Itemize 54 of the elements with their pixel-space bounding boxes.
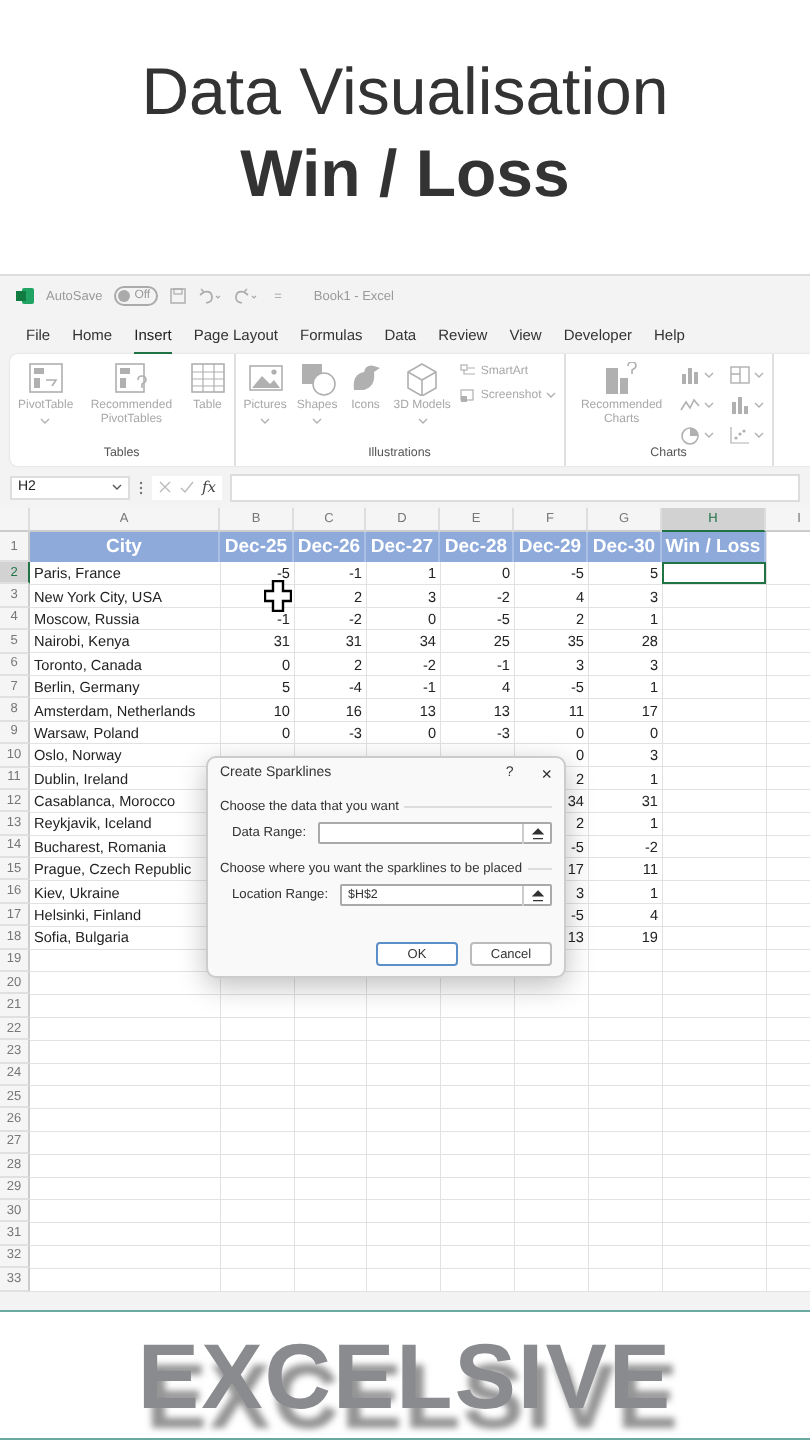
header-cell: Dec-28 (440, 532, 514, 562)
range-field[interactable] (318, 822, 552, 844)
cursor-icon (264, 580, 292, 612)
chart-type-button[interactable] (679, 424, 714, 446)
scatter-chart-icon (729, 425, 750, 445)
picture-icon (247, 362, 284, 396)
caret-icon (703, 402, 714, 408)
excel-app-icon (16, 288, 34, 304)
shapes-icon (299, 362, 336, 396)
pivot-table-icon (113, 362, 150, 396)
headline: Data Visualisation (141, 52, 669, 132)
undo-icon[interactable] (198, 288, 223, 304)
header-cell: Dec-29 (514, 532, 588, 562)
chart-type-button[interactable] (679, 394, 714, 416)
collapse-dialog-icon (531, 827, 543, 839)
caret-icon (703, 372, 714, 378)
caret-icon (753, 372, 764, 378)
hierarchy-chart-icon (729, 365, 750, 385)
subheadline: Win / Loss (240, 134, 570, 214)
chart-type-button[interactable] (729, 394, 764, 416)
bar-chart-icon (603, 362, 640, 396)
table-icon (189, 362, 226, 396)
collapse-dialog-icon (531, 889, 543, 901)
chart-type-button[interactable] (679, 364, 714, 386)
redo-icon[interactable] (234, 288, 259, 304)
header-cell: City (30, 532, 220, 562)
more-options-icon (138, 479, 144, 495)
header-cell: Dec-30 (588, 532, 662, 562)
brand-logo: EXCELSIVE (137, 1321, 673, 1429)
column-chart-icon (679, 365, 700, 385)
header-cell: Dec-25 (220, 532, 294, 562)
save-icon[interactable] (170, 288, 187, 304)
caret-icon (753, 402, 764, 408)
cube-icon (404, 362, 441, 396)
enter-icon[interactable] (180, 480, 194, 494)
line-chart-icon (679, 395, 700, 415)
close-button[interactable]: × (541, 763, 552, 783)
caret-icon (753, 432, 764, 438)
pie-chart-icon (679, 425, 700, 445)
screenshot-icon (460, 388, 477, 402)
formula-field[interactable] (230, 473, 800, 501)
header-cell: Dec-27 (366, 532, 440, 562)
select-all-button[interactable] (0, 508, 30, 532)
smartart-icon (460, 364, 477, 378)
statistic-chart-icon (729, 395, 750, 415)
header-cell: Dec-26 (294, 532, 366, 562)
selected-cell[interactable] (662, 562, 766, 585)
cancel-icon[interactable] (158, 480, 172, 494)
caret-icon (703, 432, 714, 438)
caret-icon (112, 484, 122, 490)
pivot-table-icon (27, 362, 64, 396)
chart-type-button[interactable] (729, 424, 764, 446)
header-cell: Win / Loss (662, 532, 766, 562)
chart-type-button[interactable] (729, 364, 764, 386)
